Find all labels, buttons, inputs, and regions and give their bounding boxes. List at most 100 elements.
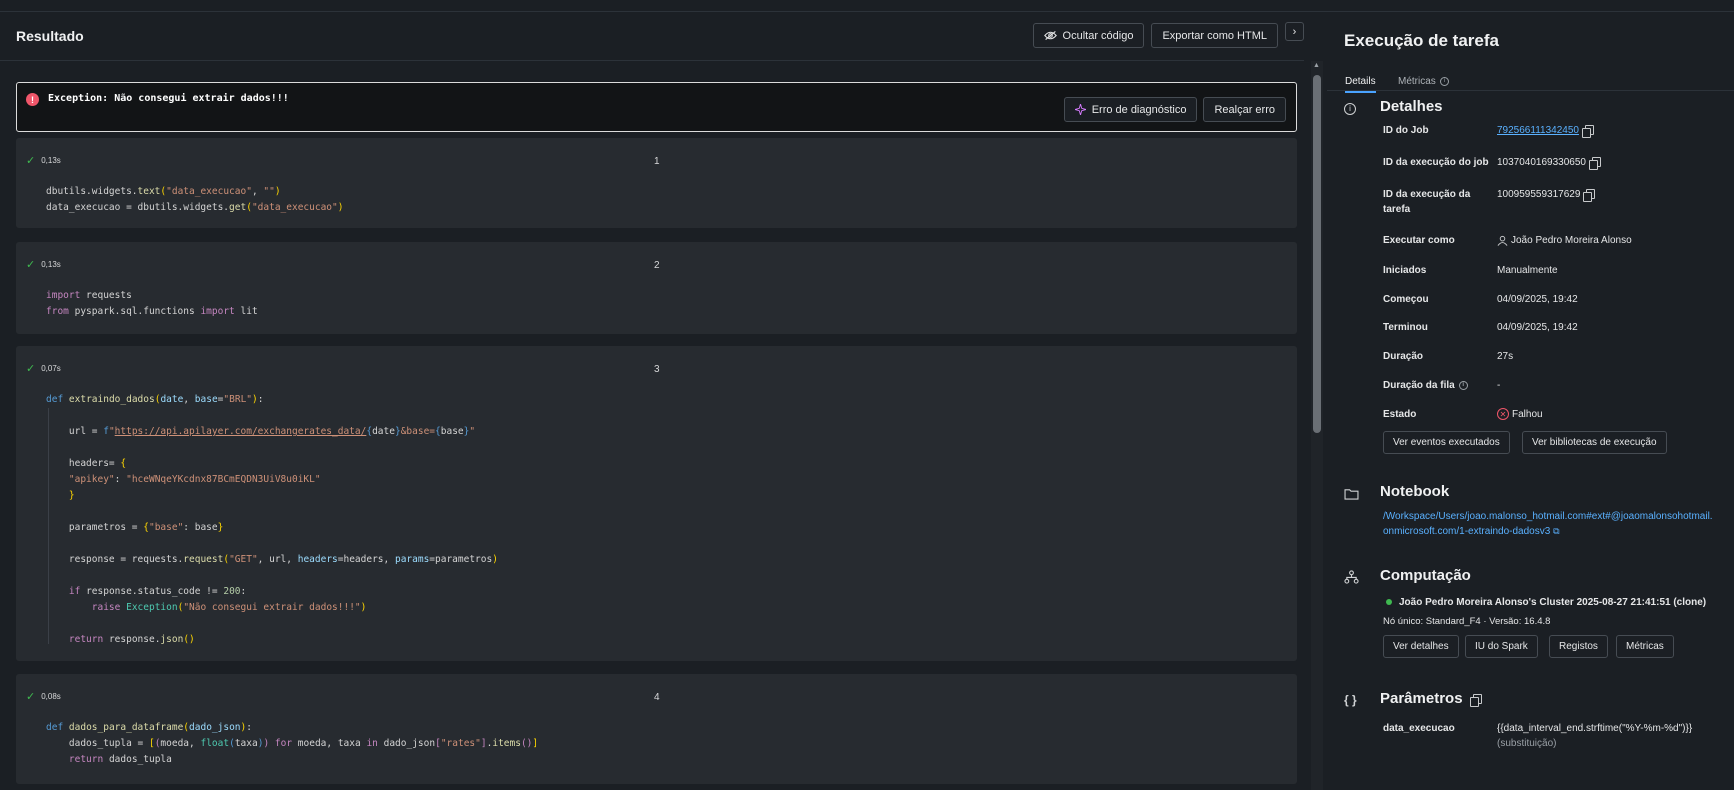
tab-metrics[interactable]: Métricas i	[1398, 76, 1449, 87]
tab-metrics-label: Métricas	[1398, 76, 1436, 87]
code-cell-2[interactable]: ✓ 0,13s 2 import requests from pyspark.sq…	[16, 242, 1297, 334]
duration-value: 27s	[1497, 351, 1514, 362]
failed-icon: ✕	[1497, 408, 1509, 421]
cell-list: ! Exception: Não consegui extrair dados!…	[16, 82, 1298, 790]
params-title-text: Parâmetros	[1380, 690, 1463, 707]
check-icon: ✓	[26, 259, 36, 271]
logs-label: Registos	[1559, 641, 1598, 652]
scrollbar-thumb[interactable]	[1313, 75, 1321, 433]
info-icon: i	[1458, 380, 1468, 390]
copy-icon[interactable]	[1581, 125, 1594, 139]
state-text: Falhou	[1512, 409, 1543, 420]
cluster-name-text: João Pedro Moreira Alonso's Cluster 2025…	[1399, 597, 1707, 608]
job-run-id: 1037040169330650	[1497, 157, 1586, 168]
tab-details[interactable]: Details	[1345, 76, 1376, 93]
notebook-path-line-1[interactable]: /Workspace/Users/joao.malonso_hotmail.co…	[1383, 511, 1713, 522]
check-icon: ✓	[26, 155, 36, 167]
cell-status: ✓ 0,13s	[26, 154, 61, 167]
cell-time: 0,13s	[41, 156, 61, 165]
results-pane: Resultado Ocultar código Exportar como H…	[0, 12, 1304, 790]
cell-status: ✓ 0,13s	[26, 258, 61, 271]
cell-time: 0,08s	[41, 692, 61, 701]
sparkle-icon	[1074, 104, 1086, 115]
hide-code-label: Ocultar código	[1062, 29, 1134, 42]
metrics-label: Métricas	[1626, 641, 1664, 652]
job-id-value: 792566111342450	[1497, 123, 1594, 139]
param-note: (substituição)	[1497, 738, 1557, 749]
export-html-button[interactable]: Exportar como HTML	[1151, 23, 1278, 48]
info-circle-icon: i	[1344, 100, 1356, 115]
spark-ui-button[interactable]: IU do Spark	[1465, 635, 1538, 658]
braces-icon: { }	[1344, 693, 1357, 707]
param-value: {{data_interval_end.strftime("%Y-%m-%d")…	[1497, 723, 1693, 734]
task-run-label: ID da execução da tarefa	[1383, 187, 1470, 217]
error-message: Exception: Não consegui extrair dados!!!	[48, 93, 289, 104]
code-block[interactable]: def dados_para_dataframe(dado_json): dad…	[46, 720, 538, 768]
panel-tabs: Details Métricas i	[1327, 61, 1734, 93]
diagnose-label: Erro de diagnóstico	[1091, 103, 1187, 116]
start-label: Começou	[1383, 294, 1429, 305]
status-dot-icon	[1386, 599, 1392, 606]
export-html-label: Exportar como HTML	[1162, 29, 1267, 42]
code-block[interactable]: def extraindo_dados(date, base="BRL"): u…	[46, 392, 498, 648]
job-run-label: ID da execução do job	[1383, 157, 1489, 168]
job-run-value: 1037040169330650	[1497, 155, 1601, 171]
copy-icon[interactable]	[1583, 189, 1596, 203]
task-run-label-line-1: ID da execução da	[1383, 189, 1471, 200]
queue-duration-text: Duração da fila	[1383, 380, 1455, 391]
view-details-button[interactable]: Ver detalhes	[1383, 635, 1459, 658]
user-icon	[1497, 235, 1508, 246]
error-icon: !	[26, 93, 39, 106]
code-cell-3[interactable]: ✓ 0,07s 3 def extraindo_dados(date, base=…	[16, 346, 1297, 661]
queue-duration-value: -	[1497, 380, 1501, 391]
collapse-panel-button[interactable]: ›	[1285, 22, 1304, 41]
param-name: data_execucao	[1383, 723, 1455, 734]
notebook-title: Notebook	[1380, 483, 1450, 500]
duration-label: Duração	[1383, 351, 1424, 362]
diagnose-error-button[interactable]: Erro de diagnóstico	[1063, 97, 1198, 122]
cell-number: 3	[654, 364, 660, 375]
view-libraries-label: Ver bibliotecas de execução	[1532, 437, 1657, 448]
node-info: Nó único: Standard_F4 · Versão: 16.4.8	[1383, 616, 1551, 627]
check-icon: ✓	[26, 363, 36, 375]
notebook-path-line-2[interactable]: onmicrosoft.com/1-extraindo-dadosv3	[1383, 526, 1550, 537]
logs-button[interactable]: Registos	[1549, 635, 1608, 658]
scroll-up-icon[interactable]: ▲	[1313, 62, 1320, 69]
cell-status: ✓ 0,08s	[26, 690, 61, 703]
copy-icon[interactable]	[1588, 157, 1601, 171]
top-strip	[0, 0, 1734, 12]
panel-title: Execução de tarefa	[1344, 31, 1499, 50]
task-run-panel: Execução de tarefa Details Métricas i i D…	[1327, 12, 1734, 790]
task-run-label-line-2: tarefa	[1383, 204, 1411, 215]
vertical-scrollbar[interactable]: ▲	[1311, 61, 1323, 790]
compute-title: Computação	[1380, 567, 1471, 584]
end-value: 04/09/2025, 19:42	[1497, 322, 1578, 333]
cluster-name[interactable]: João Pedro Moreira Alonso's Cluster 2025…	[1386, 595, 1706, 610]
info-icon: i	[1439, 76, 1449, 86]
cell-time: 0,13s	[41, 260, 61, 269]
run-as-user: João Pedro Moreira Alonso	[1511, 235, 1632, 246]
view-details-label: Ver detalhes	[1393, 641, 1449, 652]
run-as-value: João Pedro Moreira Alonso	[1497, 233, 1632, 248]
notebook-path[interactable]: /Workspace/Users/joao.malonso_hotmail.co…	[1383, 509, 1728, 539]
state-label: Estado	[1383, 409, 1417, 420]
code-block[interactable]: dbutils.widgets.text("data_execucao", ""…	[46, 184, 343, 216]
results-header: Resultado Ocultar código Exportar como H…	[0, 12, 1304, 61]
highlight-error-button[interactable]: Realçar erro	[1203, 97, 1286, 122]
job-id-label: ID do Job	[1383, 125, 1429, 136]
details-title: Detalhes	[1380, 98, 1443, 115]
cell-number: 1	[654, 156, 660, 167]
view-libraries-button[interactable]: Ver bibliotecas de execução	[1522, 431, 1667, 454]
job-id-link[interactable]: 792566111342450	[1497, 125, 1579, 136]
view-events-button[interactable]: Ver eventos executados	[1383, 431, 1510, 454]
cell-number: 2	[654, 260, 660, 271]
metrics-button[interactable]: Métricas	[1616, 635, 1674, 658]
page-title: Resultado	[16, 28, 84, 44]
code-cell-1[interactable]: ✓ 0,13s 1 dbutils.widgets.text("data_exec…	[16, 138, 1297, 228]
code-cell-4[interactable]: ✓ 0,08s 4 def dados_para_dataframe(dado_j…	[16, 674, 1297, 784]
end-label: Terminou	[1383, 322, 1428, 333]
hide-code-button[interactable]: Ocultar código	[1032, 23, 1145, 48]
external-link-icon[interactable]: ⧉	[1553, 526, 1559, 536]
copy-icon[interactable]	[1469, 694, 1482, 708]
code-block[interactable]: import requests from pyspark.sql.functio…	[46, 288, 258, 320]
